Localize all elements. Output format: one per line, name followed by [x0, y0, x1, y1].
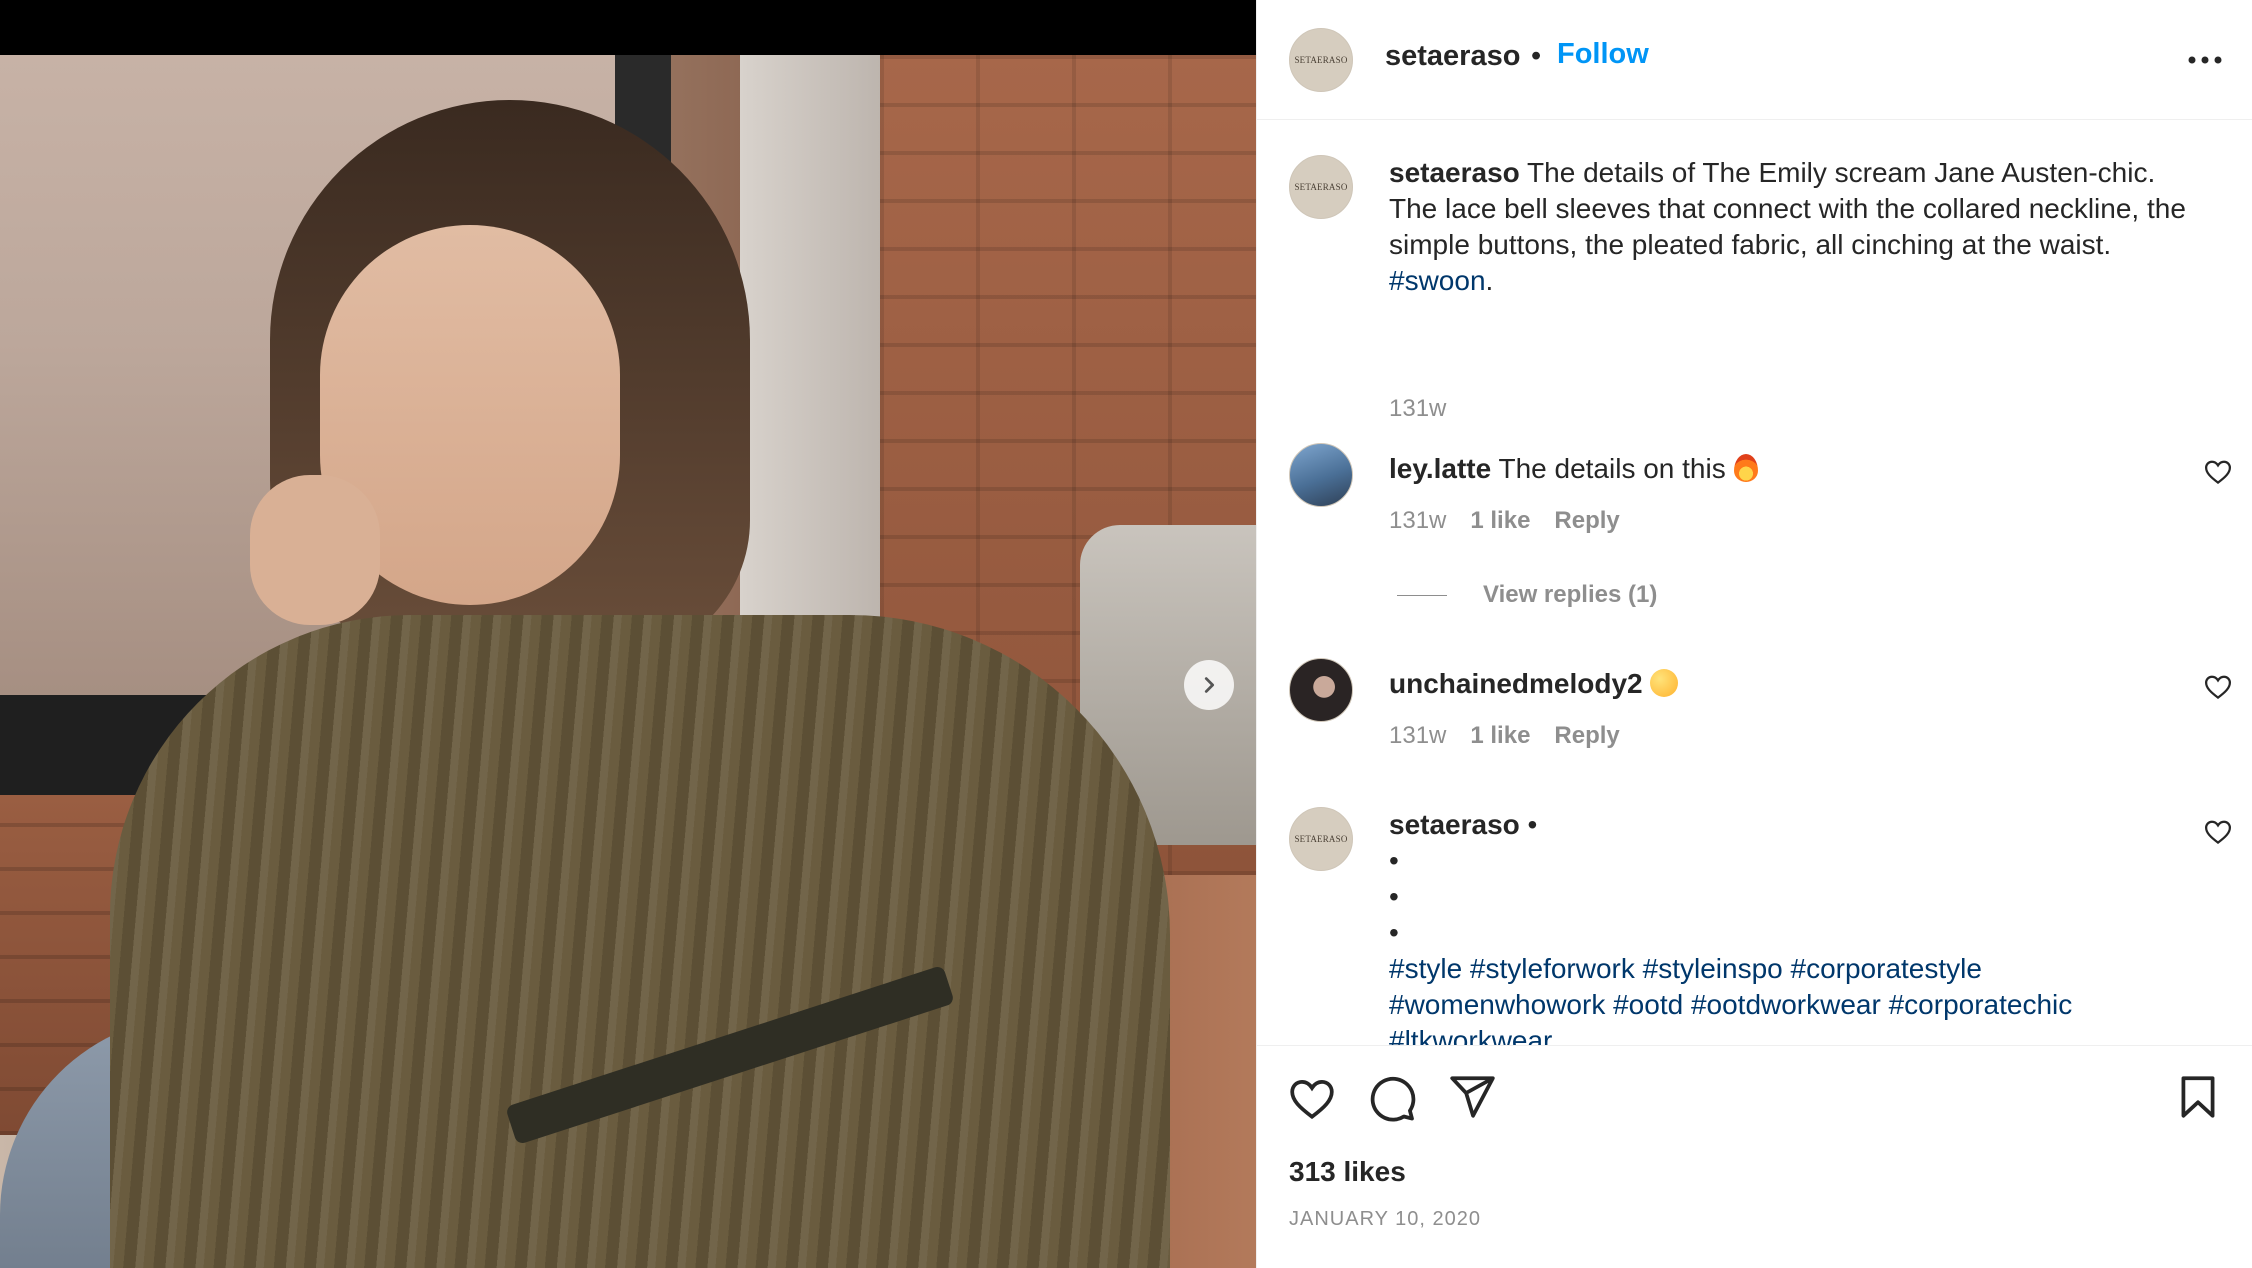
- commenter-avatar[interactable]: SETAERASO: [1289, 807, 1353, 871]
- comment-likes[interactable]: 1 like: [1470, 722, 1530, 750]
- reply-button[interactable]: Reply: [1554, 722, 1619, 750]
- caption-hashtag[interactable]: #swoon: [1389, 265, 1486, 296]
- post-side-panel: SETAERASO setaeraso • Follow SETAERASO s…: [1256, 0, 2252, 1268]
- post-media: [0, 0, 1256, 1268]
- comment-hashtags[interactable]: #ltkworkwear: [1389, 1025, 1552, 1045]
- paper-plane-icon[interactable]: [1447, 1072, 1497, 1122]
- comment-body: ley.latte The details on this: [1389, 451, 2189, 487]
- post-photo: [0, 55, 1256, 1268]
- next-image-button[interactable]: [1184, 660, 1234, 710]
- follow-button[interactable]: Follow: [1557, 38, 1649, 71]
- author-avatar[interactable]: SETAERASO: [1289, 28, 1353, 92]
- heart-icon[interactable]: [2203, 457, 2233, 487]
- commenter-avatar[interactable]: [1289, 443, 1353, 507]
- comment-time[interactable]: 131w: [1389, 507, 1446, 535]
- avatar-logo-text: SETAERASO: [1294, 834, 1348, 844]
- instagram-post-modal: SETAERASO setaeraso • Follow SETAERASO s…: [0, 0, 2252, 1268]
- avatar-logo-text: SETAERASO: [1294, 182, 1348, 192]
- heart-icon[interactable]: [2203, 817, 2233, 847]
- comment-bullet: •: [1389, 881, 1399, 912]
- caption-hashtag-suffix: .: [1485, 265, 1494, 296]
- comment-bullet: •: [1389, 917, 1399, 948]
- comment-username[interactable]: ley.latte: [1389, 453, 1491, 484]
- reply-button[interactable]: Reply: [1554, 507, 1619, 535]
- caption-body: setaeraso The details of The Emily screa…: [1389, 155, 2189, 299]
- view-replies-line: [1397, 594, 1447, 596]
- likes-count[interactable]: 313 likes: [1289, 1156, 1406, 1188]
- avatar-logo-text: SETAERASO: [1294, 55, 1348, 65]
- caption-time[interactable]: 131w: [1389, 395, 1446, 423]
- comment-username[interactable]: setaeraso: [1389, 809, 1520, 840]
- header-separator: •: [1531, 40, 1542, 72]
- comment-hashtags[interactable]: #womenwhowork #ootd #ootdworkwear #corpo…: [1389, 989, 2072, 1020]
- chevron-right-icon: [1204, 677, 1215, 693]
- comments-list[interactable]: SETAERASO setaeraso The details of The E…: [1257, 121, 2252, 1045]
- comment-likes[interactable]: 1 like: [1470, 507, 1530, 535]
- view-replies-label: View replies (1): [1483, 581, 1658, 608]
- comment-bullet: •: [1389, 845, 1399, 876]
- comment-time[interactable]: 131w: [1389, 722, 1446, 750]
- comment-separator: •: [1527, 809, 1538, 840]
- more-options-button[interactable]: [2181, 42, 2229, 78]
- post-header: SETAERASO setaeraso • Follow: [1257, 0, 2252, 120]
- bookmark-icon[interactable]: [2173, 1072, 2223, 1122]
- comment-username[interactable]: unchainedmelody2: [1389, 668, 1643, 699]
- commenter-avatar[interactable]: [1289, 658, 1353, 722]
- comment-meta: 131w 1 like Reply: [1389, 722, 1620, 750]
- comment-hashtags[interactable]: #style #styleforwork #styleinspo #corpor…: [1389, 953, 1982, 984]
- post-date[interactable]: JANUARY 10, 2020: [1289, 1208, 1481, 1231]
- heart-icon[interactable]: [2203, 672, 2233, 702]
- comment-text: The details on this: [1498, 453, 1726, 484]
- comment-body: setaeraso • • • • #style #styleforwork #…: [1389, 807, 2189, 1045]
- fire-emoji-icon: [1733, 454, 1758, 482]
- view-replies-button[interactable]: View replies (1): [1397, 581, 1657, 609]
- smiling-face-with-hearts-emoji-icon: [1650, 669, 1679, 697]
- comment-body: unchainedmelody2: [1389, 666, 2189, 702]
- caption-username[interactable]: setaeraso: [1389, 157, 1520, 188]
- comment-bubble-icon[interactable]: [1367, 1074, 1417, 1124]
- more-horizontal-icon: [2188, 56, 2222, 64]
- author-username[interactable]: setaeraso: [1385, 40, 1520, 73]
- caption-meta: 131w: [1389, 395, 1446, 423]
- post-actions: 313 likes JANUARY 10, 2020: [1257, 1045, 2252, 1268]
- heart-icon[interactable]: [1287, 1074, 1337, 1124]
- comment-meta: 131w 1 like Reply: [1389, 507, 1620, 535]
- caption-avatar[interactable]: SETAERASO: [1289, 155, 1353, 219]
